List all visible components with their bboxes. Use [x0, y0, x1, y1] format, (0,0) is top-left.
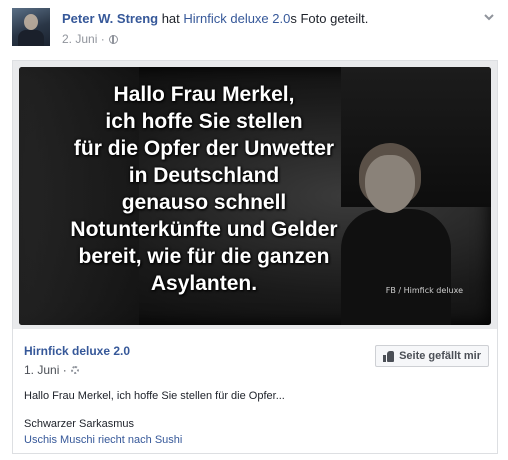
- meme-text: Hallo Frau Merkel, ich hoffe Sie stellen…: [70, 83, 338, 295]
- author-avatar[interactable]: [12, 8, 50, 46]
- action-text-pre: hat: [161, 11, 180, 26]
- shared-page-link[interactable]: Hirnfick deluxe 2.0: [183, 11, 290, 26]
- shared-post-link[interactable]: Uschis Muschi riecht nach Sushi: [24, 434, 182, 446]
- shared-post-meta: 1. Juni ·: [24, 363, 79, 377]
- action-text-post: s Foto geteilt.: [290, 11, 369, 26]
- avatar-head: [24, 14, 38, 30]
- like-page-label: Seite gefällt mir: [399, 350, 481, 362]
- shared-post-card: Hallo Frau Merkel, ich hoffe Sie stellen…: [12, 60, 498, 454]
- author-name-link[interactable]: Peter W. Streng: [62, 11, 158, 26]
- meme-image: Hallo Frau Merkel, ich hoffe Sie stellen…: [19, 67, 491, 325]
- post-title-line: Peter W. Streng hat Hirnfick deluxe 2.0s…: [62, 11, 368, 26]
- shared-post-subline: Schwarzer Sarkasmus: [24, 418, 135, 430]
- post-header: Peter W. Streng hat Hirnfick deluxe 2.0s…: [12, 8, 498, 52]
- post-date-link[interactable]: 2. Juni ·: [62, 32, 105, 46]
- watermark: FB / Himfick deluxe: [385, 286, 463, 295]
- page-name-link[interactable]: Hirnfick deluxe 2.0: [24, 344, 130, 358]
- shared-post-caption: Hallo Frau Merkel, ich hoffe Sie stellen…: [24, 390, 285, 402]
- chevron-down-icon[interactable]: [482, 10, 496, 24]
- globe-icon[interactable]: [108, 34, 118, 44]
- shared-photo[interactable]: Hallo Frau Merkel, ich hoffe Sie stellen…: [13, 61, 497, 329]
- shared-post-date[interactable]: 1. Juni ·: [24, 363, 67, 377]
- avatar-body: [18, 30, 44, 46]
- gear-icon: [70, 366, 79, 374]
- post-meta: 2. Juni ·: [62, 32, 118, 46]
- portrait-face: [365, 155, 415, 213]
- thumbs-up-icon: [383, 350, 395, 362]
- like-page-button[interactable]: Seite gefällt mir: [375, 345, 489, 367]
